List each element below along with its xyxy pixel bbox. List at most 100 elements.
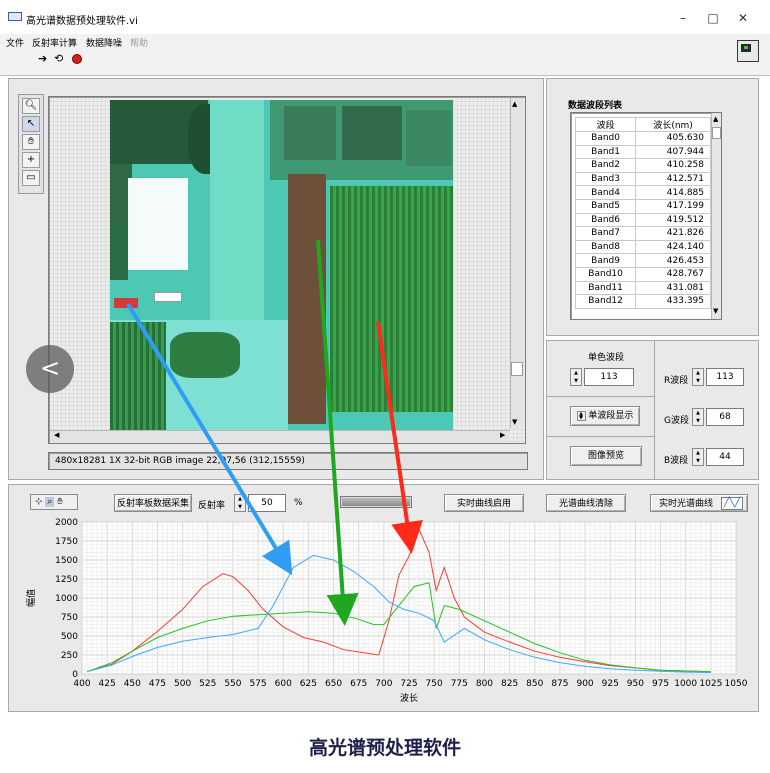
single-band-display-button[interactable]: ▲ ▼ 单波段显示 [570, 406, 640, 426]
wavelength-cell: 414.885 [635, 185, 711, 200]
g-band-control[interactable]: ▲ ▼ 68 [692, 408, 744, 426]
spinner-icon[interactable]: ▲ ▼ [692, 368, 704, 386]
image-status-bar: 480x18281 1X 32-bit RGB image 22,97,56 (… [48, 452, 528, 470]
x-tick-label: 525 [199, 679, 216, 689]
minimize-button[interactable]: – [668, 6, 698, 30]
image-vertical-scrollbar[interactable] [510, 98, 524, 428]
wavelength-cell: 419.512 [635, 212, 711, 228]
clear-spectrum-button[interactable]: 光谱曲线清除 [546, 494, 626, 512]
realtime-spectrum-toggle[interactable]: 实时光谱曲线 ╱╲╱ [650, 494, 748, 512]
b-band-control[interactable]: ▲ ▼ 44 [692, 448, 744, 466]
zoom-graph-icon[interactable]: ⌕ [45, 497, 55, 507]
b-band-label: B波段 [664, 456, 689, 466]
scroll-down-icon[interactable]: ▼ [512, 418, 517, 426]
reflectance-board-collect-button[interactable]: 反射率板数据采集 [114, 494, 192, 512]
pan-hand-tool-icon[interactable]: ✋︎ [22, 134, 40, 150]
run-continuously-icon[interactable]: ⟲ [54, 52, 63, 66]
r-band-control[interactable]: ▲ ▼ 113 [692, 368, 744, 386]
band-row[interactable]: Band2 410.258 [574, 158, 711, 173]
band-column-header[interactable]: 波段 [574, 117, 637, 132]
band-row[interactable]: Band11 431.081 [574, 280, 711, 296]
x-tick-label: 900 [576, 679, 593, 689]
band-row[interactable]: Band8 424.140 [574, 239, 711, 255]
single-band-label: 单色波段 [588, 353, 625, 363]
zoom-tool-icon[interactable]: 🔍︎ [22, 98, 40, 114]
reflectance-control[interactable]: ▲ ▼ 50 [234, 494, 286, 512]
band-table-scrollbar[interactable] [711, 113, 721, 319]
percent-unit: % [294, 498, 303, 508]
image-horizontal-scrollbar[interactable] [50, 430, 510, 442]
maximize-button[interactable]: □ [698, 6, 728, 30]
close-button[interactable]: ✕ [728, 6, 758, 30]
single-band-value[interactable]: 113 [584, 368, 634, 386]
divider [546, 436, 654, 437]
wavelength-cell: 407.944 [635, 144, 711, 160]
wavelength-cell: 424.140 [635, 239, 711, 255]
vi-icon [737, 40, 759, 62]
band-row[interactable]: Band5 417.199 [574, 198, 711, 214]
spinner-icon[interactable]: ▲ ▼ [692, 448, 704, 466]
cursor-tool-icon[interactable]: ⊹ [35, 497, 43, 507]
vertical-scroll-thumb[interactable] [511, 362, 523, 376]
band-row[interactable]: Band3 412.571 [574, 171, 711, 187]
x-tick-label: 675 [350, 679, 367, 689]
x-tick-label: 875 [551, 679, 568, 689]
x-axis-label: 波长 [400, 692, 418, 704]
scroll-left-icon[interactable]: ◀ [54, 431, 59, 439]
r-band-value[interactable]: 113 [706, 368, 744, 386]
single-band-control[interactable]: ▲ ▼ 113 [570, 368, 636, 386]
g-band-label: G波段 [664, 416, 689, 426]
toolbar [0, 48, 770, 76]
band-name-cell: Band2 [574, 158, 637, 173]
band-row[interactable]: Band7 421.826 [574, 226, 711, 241]
collect-progress-bar [340, 496, 412, 508]
scroll-right-icon[interactable]: ▶ [500, 431, 505, 439]
x-tick-label: 925 [602, 679, 619, 689]
x-tick-label: 775 [451, 679, 468, 689]
realtime-curve-enable-button[interactable]: 实时曲线启用 [444, 494, 524, 512]
spinner-icon[interactable]: ▲ ▼ [234, 494, 246, 512]
reflectance-value[interactable]: 50 [248, 494, 286, 512]
wavelength-cell: 431.081 [635, 280, 711, 296]
previous-arrow-icon[interactable]: < [26, 345, 74, 393]
band-scroll-thumb[interactable] [712, 127, 721, 139]
graph-tool-palette: ⊹ ⌕ ✋︎ [30, 494, 78, 510]
band-row[interactable]: Band6 419.512 [574, 212, 711, 228]
y-tick-label: 2000 [55, 518, 78, 528]
spinner-icon[interactable]: ▲ ▼ [692, 408, 704, 426]
b-band-value[interactable]: 44 [706, 448, 744, 466]
band-row[interactable]: Band9 426.453 [574, 253, 711, 268]
spinner-icon[interactable]: ▲ ▼ [570, 368, 582, 386]
wavelength-cell: 433.395 [635, 294, 711, 309]
divider [654, 340, 655, 480]
y-tick-label: 500 [61, 632, 78, 642]
run-arrow-icon[interactable]: ➔ [38, 52, 47, 66]
pan-graph-icon[interactable]: ✋︎ [57, 497, 62, 507]
y-tick-label: 0 [72, 670, 78, 680]
y-tick-label: 1250 [55, 575, 78, 585]
band-row[interactable]: Band4 414.885 [574, 185, 711, 200]
abort-icon[interactable] [72, 54, 82, 64]
band-row[interactable]: Band0 405.630 [574, 131, 711, 146]
pointer-tool-icon[interactable]: ↖ [22, 116, 40, 132]
scroll-up-icon[interactable]: ▲ [512, 100, 517, 108]
band-scroll-down-icon[interactable]: ▼ [713, 307, 718, 315]
spectrum-chart[interactable]: 400 425 450 475 500 525 550 575 600 625 650 675 700 7… [20, 514, 755, 708]
band-name-cell: Band10 [574, 266, 637, 282]
band-name-cell: Band3 [574, 171, 637, 187]
band-row[interactable]: Band1 407.944 [574, 144, 711, 160]
wavelength-cell: 412.571 [635, 171, 711, 187]
rectangle-tool-icon[interactable]: ▭ [22, 170, 40, 186]
wavelength-column-header[interactable]: 波长(nm) [635, 117, 711, 132]
progress-fill [342, 498, 410, 506]
wavelength-cell: 426.453 [635, 253, 711, 268]
band-row[interactable]: Band10 428.767 [574, 266, 711, 282]
crosshair-tool-icon[interactable]: + [22, 152, 40, 168]
wavelength-cell: 405.630 [635, 131, 711, 146]
x-tick-label: 700 [375, 679, 392, 689]
band-scroll-up-icon[interactable]: ▲ [713, 115, 718, 123]
band-name-cell: Band4 [574, 185, 637, 200]
band-row[interactable]: Band12 433.395 [574, 294, 711, 309]
g-band-value[interactable]: 68 [706, 408, 744, 426]
image-preview-button[interactable]: 图像预览 [570, 446, 642, 466]
